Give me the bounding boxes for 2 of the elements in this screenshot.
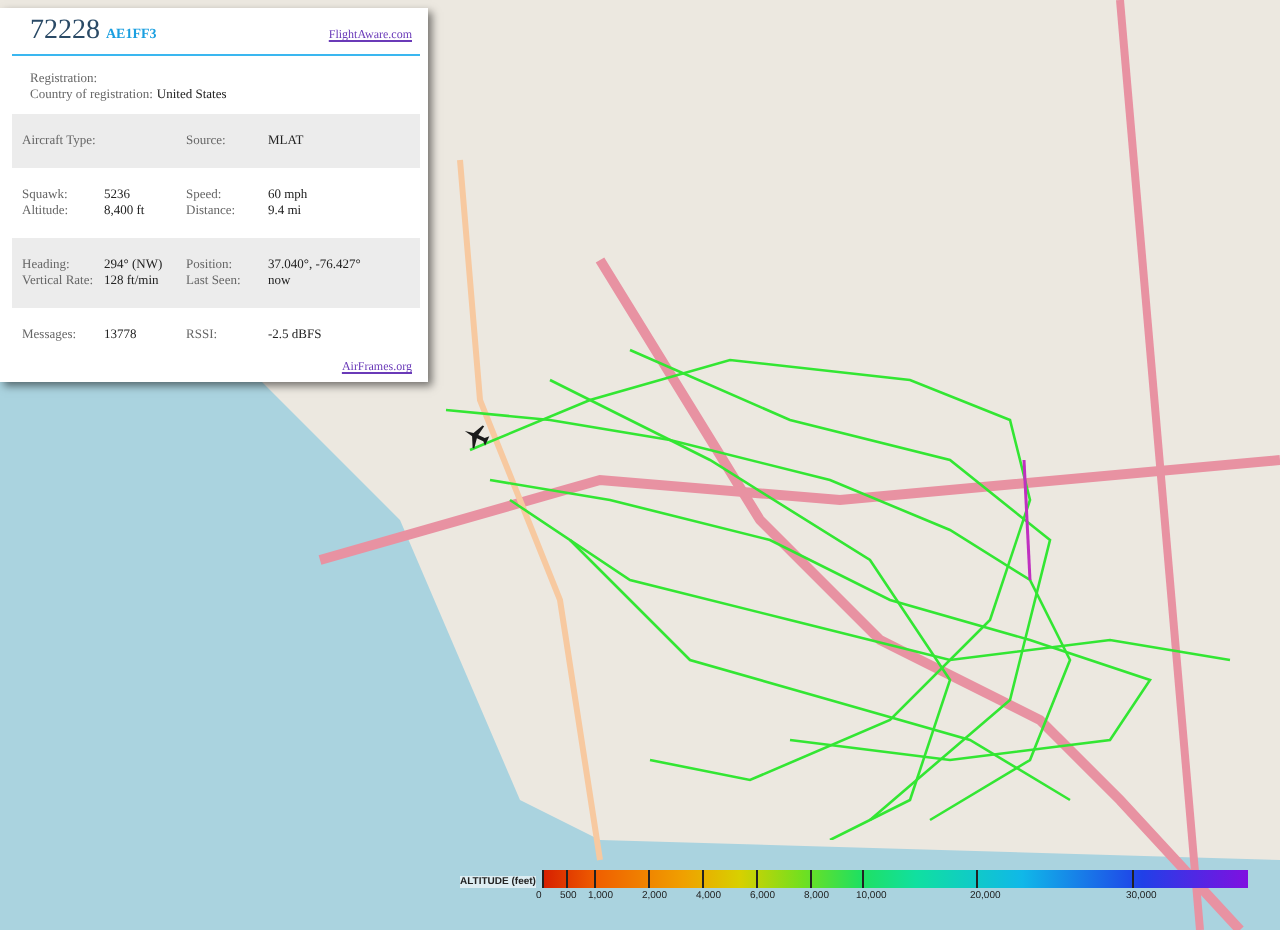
aircraft-title: 72228 (30, 16, 100, 48)
airplane-icon (462, 422, 490, 450)
